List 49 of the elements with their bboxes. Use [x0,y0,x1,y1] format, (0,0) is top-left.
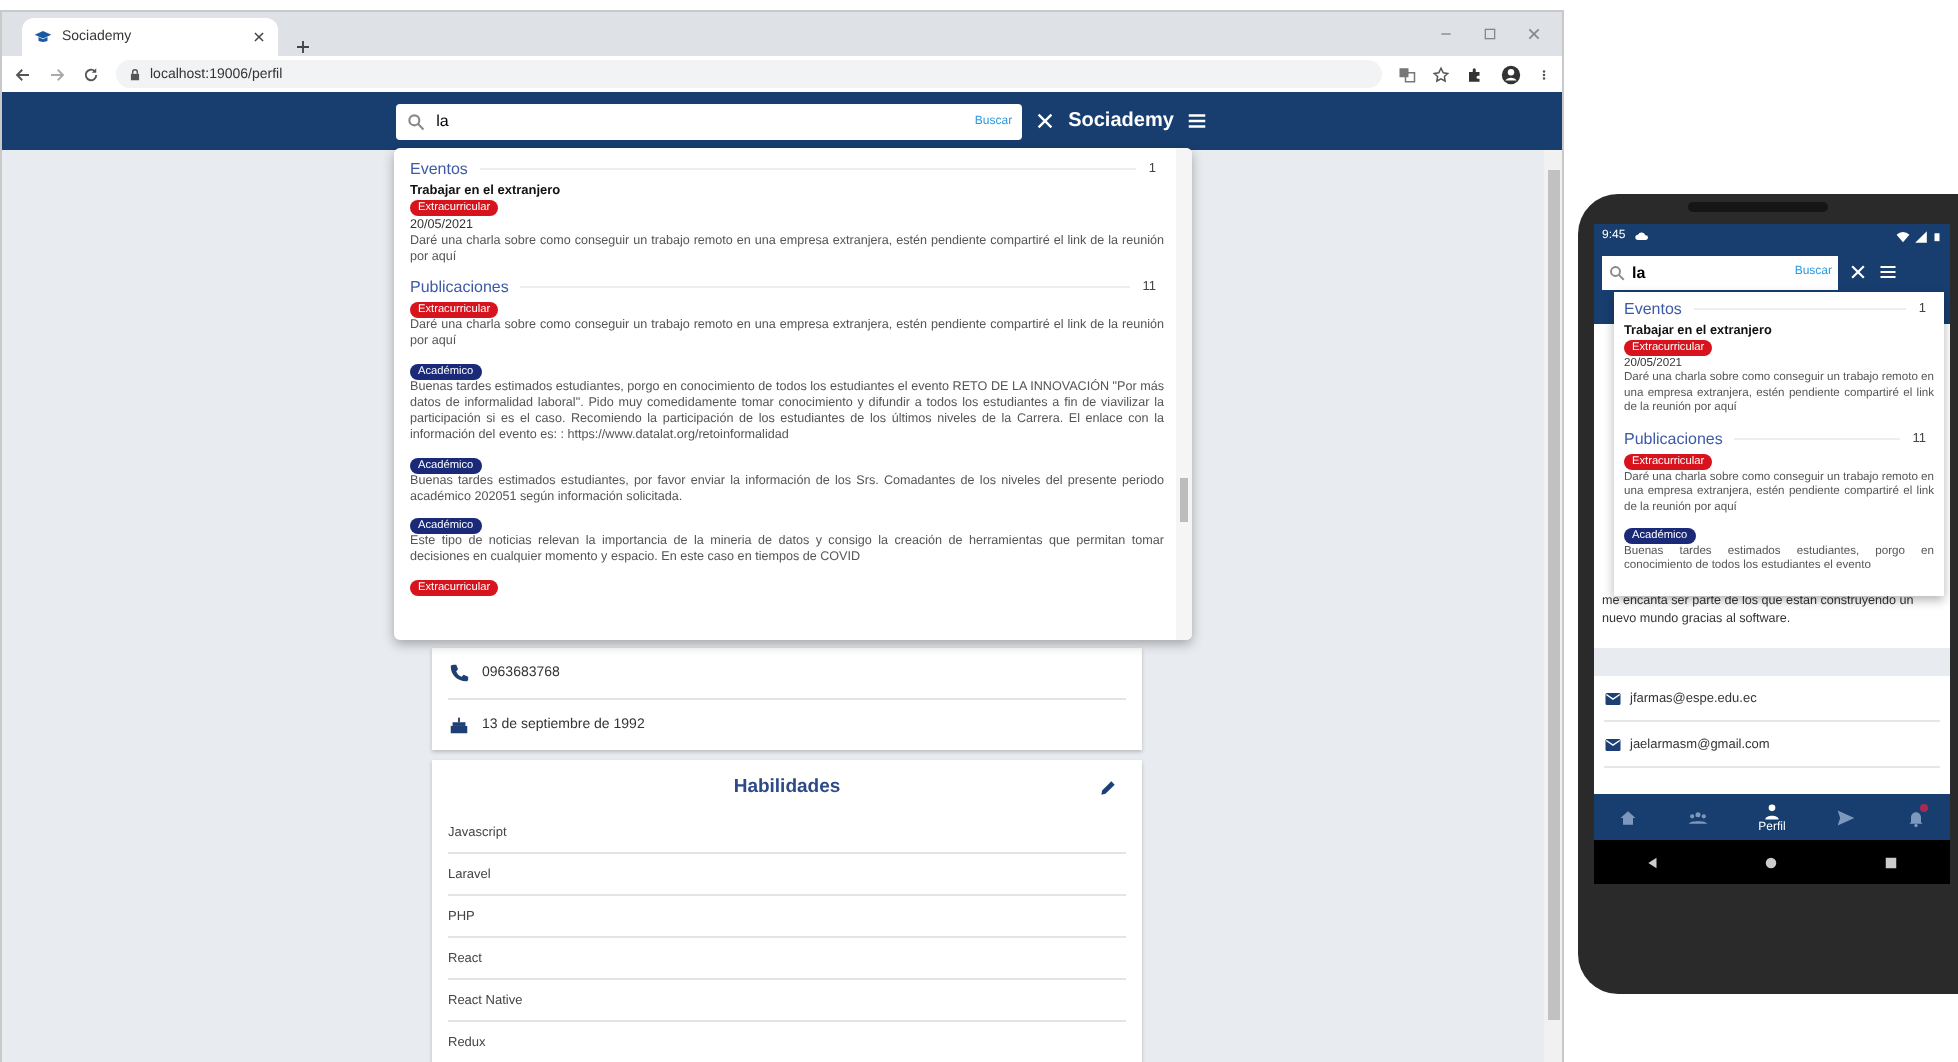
section-title: Habilidades [733,775,841,797]
scrollbar[interactable] [1176,148,1192,640]
mail-icon [1604,689,1622,707]
nav-tab[interactable] [1618,807,1639,827]
circle-icon [1764,855,1779,869]
battery-icon [1932,229,1942,243]
group-icon [1688,807,1709,827]
section-title: Publicaciones [410,278,509,297]
send-icon [1835,807,1856,827]
nav-tab[interactable] [1688,807,1709,827]
section-title: Publicaciones [1624,429,1723,448]
lock-icon [128,67,142,81]
new-tab-icon[interactable] [294,38,312,56]
signal-icon [1914,229,1928,243]
search-icon [406,111,427,131]
cloud-icon [1633,228,1650,244]
mail-icon [1604,735,1622,753]
maximize-icon[interactable] [1482,26,1498,42]
close-icon[interactable] [1034,110,1057,132]
section-title: Eventos [1624,300,1682,318]
person-icon [1761,801,1782,821]
cake-icon [448,714,470,736]
wifi-icon [1896,229,1910,243]
home-button[interactable] [1764,855,1779,869]
account-icon[interactable] [1500,63,1522,85]
more-icon[interactable] [1538,65,1550,83]
recent-apps-button[interactable] [1883,855,1898,869]
back-arrow-icon[interactable] [14,65,32,83]
back-button[interactable] [1646,855,1661,869]
bell-icon [1905,807,1926,827]
translate-icon[interactable] [1398,65,1416,83]
back-triangle-icon [1646,855,1661,869]
search-icon [1608,263,1626,281]
close-icon[interactable] [252,30,266,44]
reload-icon[interactable] [82,65,100,83]
puzzle-icon[interactable] [1466,65,1484,83]
nav-tab[interactable] [1835,807,1856,827]
section-title: Eventos [410,160,468,178]
square-icon [1883,855,1898,869]
nav-tab[interactable] [1905,807,1926,827]
menu-icon[interactable] [1185,110,1208,132]
pencil-icon[interactable] [1098,778,1118,798]
home-icon [1618,807,1639,827]
menu-icon[interactable] [1878,262,1898,282]
graduation-cap-icon [34,28,52,46]
brand-name: Sociademy [1068,110,1174,132]
star-icon[interactable] [1432,65,1450,83]
scrollbar[interactable] [1544,150,1562,1062]
phone-icon [448,662,470,684]
